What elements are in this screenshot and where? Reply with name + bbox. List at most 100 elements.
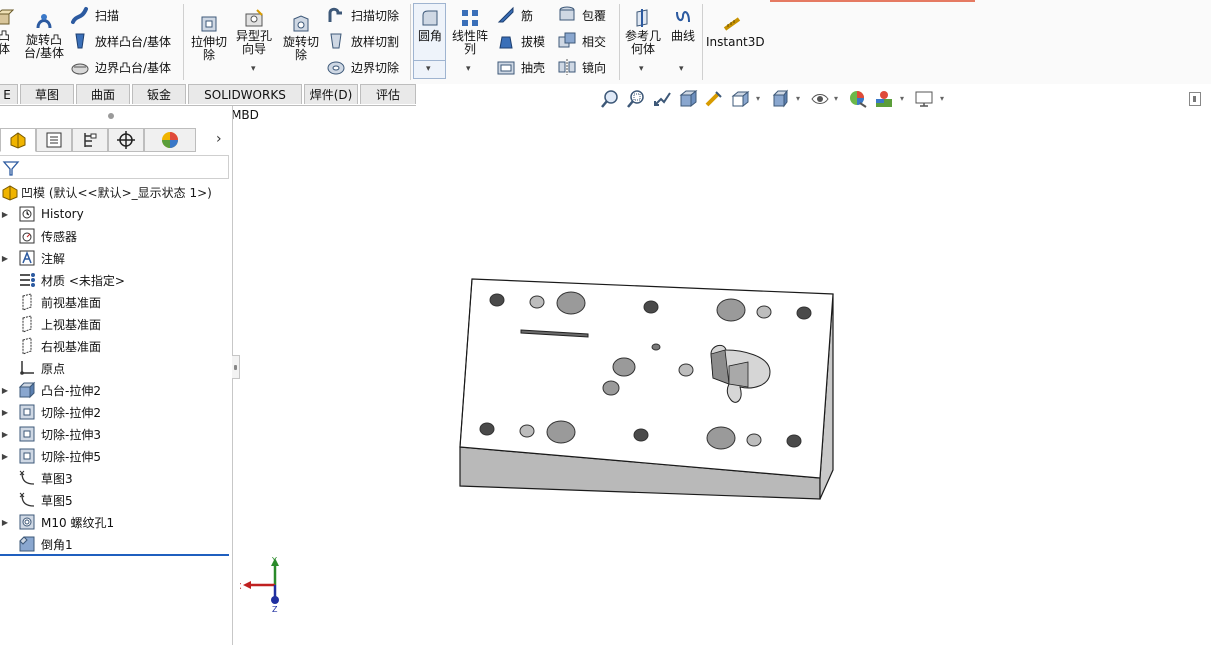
display-manager-tab[interactable] xyxy=(144,128,196,152)
fillet-dropdown-icon[interactable]: ▾ xyxy=(426,64,431,74)
extrude-cut-button[interactable]: 拉伸切 除 xyxy=(188,14,230,62)
display-style-icon[interactable] xyxy=(770,89,790,109)
loft-button[interactable]: 放样凸台/基体 xyxy=(70,30,171,52)
previous-view-icon[interactable] xyxy=(652,89,672,109)
tree-item-label: M10 螺纹孔1 xyxy=(41,515,115,530)
revolve-cut-label: 旋转切 除 xyxy=(282,35,319,62)
sweep-button[interactable]: 扫描 xyxy=(70,4,119,26)
tab-weldments[interactable]: 焊件(D) xyxy=(304,84,358,104)
expand-arrow-icon[interactable]: ▶ xyxy=(0,210,10,219)
intersect-button[interactable]: 相交 xyxy=(557,30,606,52)
expand-arrow-icon[interactable]: ▶ xyxy=(0,254,10,263)
hole xyxy=(519,424,535,438)
tree-item[interactable]: ▶ 切除-拉伸2 xyxy=(0,401,228,423)
curves-button[interactable]: 曲线 xyxy=(667,8,699,43)
tree-item[interactable]: 上视基准面 xyxy=(0,313,228,335)
more-tabs-chevron-icon[interactable]: › xyxy=(216,131,222,147)
boss-extrude-icon xyxy=(18,381,36,399)
tab-sketch-label: 草图 xyxy=(34,88,59,102)
tab-surfaces[interactable]: 曲面 xyxy=(76,84,130,104)
expand-arrow-icon[interactable]: ▶ xyxy=(0,386,10,395)
dynamic-annotation-icon[interactable] xyxy=(704,89,724,109)
feature-manager-tab[interactable] xyxy=(0,128,36,152)
task-pane-toggle-icon[interactable] xyxy=(1189,92,1201,106)
graphics-area[interactable]: Y X Z xyxy=(240,110,1211,645)
panel-grip[interactable] xyxy=(108,113,114,119)
view-settings-dropdown-icon[interactable]: ▾ xyxy=(940,94,944,103)
revolve-cut-button[interactable]: 旋转切 除 xyxy=(280,14,322,62)
apply-scene-icon[interactable] xyxy=(874,89,894,109)
linear-pattern-dropdown-icon[interactable]: ▾ xyxy=(466,64,471,74)
display-style-dropdown-icon[interactable]: ▾ xyxy=(796,94,800,103)
extrude-boss-button[interactable]: 凸 体 xyxy=(0,8,16,56)
tree-filter-bar[interactable] xyxy=(0,155,229,179)
tab-mbd[interactable]: SOLIDWORKS MBD xyxy=(188,84,302,122)
hole-wizard-dropdown-icon[interactable]: ▾ xyxy=(251,64,256,74)
tree-item[interactable]: 草图3 xyxy=(0,467,228,489)
revolve-boss-button[interactable]: 旋转凸 台/基体 xyxy=(22,12,66,60)
expand-arrow-icon[interactable]: ▶ xyxy=(0,430,10,439)
apply-scene-dropdown-icon[interactable]: ▾ xyxy=(900,94,904,103)
boundary-button[interactable]: 边界凸台/基体 xyxy=(70,56,171,78)
tab-features[interactable]: E xyxy=(0,84,18,104)
hole xyxy=(489,293,505,307)
curves-dropdown-icon[interactable]: ▾ xyxy=(679,64,684,74)
tab-evaluate[interactable]: 评估 xyxy=(360,84,416,104)
tree-item-label: 切除-拉伸5 xyxy=(41,449,101,464)
zoom-to-area-icon[interactable] xyxy=(626,89,646,109)
tree-item[interactable]: 前视基准面 xyxy=(0,291,228,313)
tree-item[interactable]: 倒角1 xyxy=(0,533,228,555)
tree-item[interactable]: ▶ History xyxy=(0,203,228,225)
hide-show-items-icon[interactable] xyxy=(810,89,830,109)
tree-item[interactable]: ▶ 凸台-拉伸2 xyxy=(0,379,228,401)
boundary-cut-button[interactable]: 边界切除 xyxy=(326,56,399,78)
expand-arrow-icon[interactable]: ▶ xyxy=(0,518,10,527)
tree-item-label: 切除-拉伸2 xyxy=(41,405,101,420)
tree-root-part[interactable]: 凹模 (默认<<默认>_显示状态 1>) xyxy=(0,181,212,203)
edit-appearance-icon[interactable] xyxy=(848,89,868,109)
zoom-to-fit-icon[interactable] xyxy=(600,89,620,109)
tab-sheet-metal[interactable]: 钣金 xyxy=(132,84,186,104)
expand-arrow-icon[interactable]: ▶ xyxy=(0,452,10,461)
tree-item[interactable]: 右视基准面 xyxy=(0,335,228,357)
view-orientation-icon[interactable] xyxy=(730,89,750,109)
fillet-button[interactable]: 圆角 xyxy=(414,8,446,43)
sweep-cut-button[interactable]: 扫描切除 xyxy=(326,4,399,26)
tree-item[interactable]: ▶ 注解 xyxy=(0,247,228,269)
tree-item[interactable]: ▶ 切除-拉伸5 xyxy=(0,445,228,467)
expand-arrow-icon[interactable]: ▶ xyxy=(0,408,10,417)
view-orientation-dropdown-icon[interactable]: ▾ xyxy=(756,94,760,103)
draft-icon xyxy=(499,36,513,49)
linear-pattern-button[interactable]: 线性阵 列 xyxy=(450,8,490,56)
panel-splitter[interactable] xyxy=(232,355,240,379)
tree-item[interactable]: ▶ M10 螺纹孔1 xyxy=(0,511,228,533)
configuration-manager-tab[interactable] xyxy=(72,128,108,152)
rib-button[interactable]: 筋 xyxy=(496,4,533,26)
section-view-icon[interactable] xyxy=(678,89,698,109)
rollback-bar[interactable] xyxy=(0,554,229,556)
die-plate-model[interactable] xyxy=(459,278,834,500)
hole xyxy=(479,422,495,436)
wrap-icon xyxy=(559,6,575,21)
instant3d-button[interactable]: Instant3D xyxy=(706,14,765,49)
view-settings-icon[interactable] xyxy=(914,89,934,109)
tree-item[interactable]: 传感器 xyxy=(0,225,228,247)
hide-show-dropdown-icon[interactable]: ▾ xyxy=(834,94,838,103)
tree-item[interactable]: 草图5 xyxy=(0,489,228,511)
loft-cut-button[interactable]: 放样切割 xyxy=(326,30,399,52)
tree-item[interactable]: 材质 <未指定> xyxy=(0,269,228,291)
dimxpert-manager-tab[interactable] xyxy=(108,128,144,152)
reference-geometry-dropdown-icon[interactable]: ▾ xyxy=(639,64,644,74)
hole-wizard-button[interactable]: 异型孔 向导 xyxy=(234,8,274,56)
reference-geometry-button[interactable]: 参考几 何体 xyxy=(622,8,664,56)
mirror-button[interactable]: 镜向 xyxy=(557,56,606,78)
hole xyxy=(529,295,545,309)
tab-sketch[interactable]: 草图 xyxy=(20,84,74,104)
tree-item[interactable]: ▶ 切除-拉伸3 xyxy=(0,423,228,445)
tree-item[interactable]: 原点 xyxy=(0,357,228,379)
draft-button[interactable]: 拔模 xyxy=(496,30,545,52)
shell-button[interactable]: 抽壳 xyxy=(496,56,545,78)
wrap-button[interactable]: 包覆 xyxy=(557,4,606,26)
property-manager-tab[interactable] xyxy=(36,128,72,152)
filter-icon[interactable] xyxy=(2,159,20,177)
